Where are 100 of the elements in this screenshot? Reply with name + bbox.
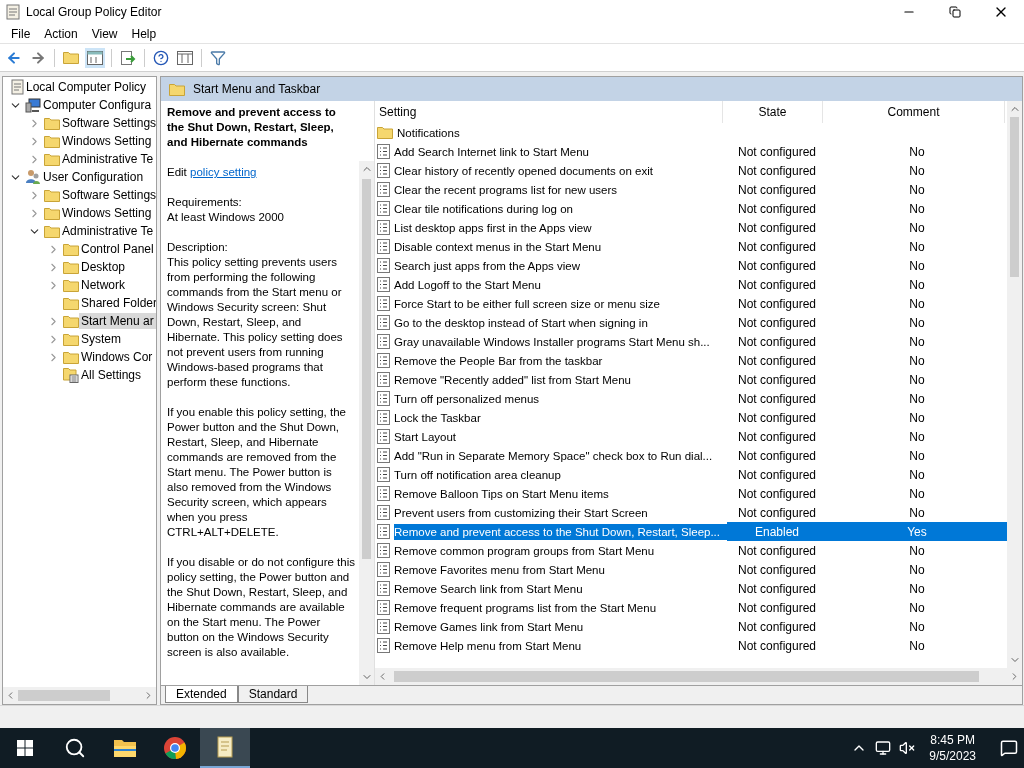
state-cell-text: Not configured [736, 409, 817, 427]
policy-icon [377, 505, 390, 520]
computer-icon [25, 97, 41, 113]
comment-cell-text: No [908, 238, 926, 256]
setting-name[interactable]: Add Search Internet link to Start Menu [394, 143, 727, 160]
tree-item[interactable]: Software Settings [60, 115, 156, 131]
requirements-label: Requirements: [167, 195, 243, 210]
menu-item[interactable]: Help [124, 26, 164, 41]
setting-name[interactable]: Remove the People Bar from the taskbar [394, 352, 727, 369]
setting-name[interactable]: Start Layout [394, 428, 727, 445]
view-tab[interactable]: Standard [237, 686, 309, 703]
setting-name[interactable]: Remove Games link from Start Menu [394, 618, 727, 635]
tree-item[interactable]: System [79, 331, 123, 347]
setting-name[interactable]: Turn off notification area cleanup [394, 466, 727, 483]
comment-cell-text: No [908, 390, 926, 408]
tree-item[interactable]: Administrative Te [60, 151, 156, 167]
state-cell-text: Not configured [736, 561, 817, 579]
tree-item[interactable]: Shared Folder [79, 295, 156, 311]
view-tab[interactable]: Extended [165, 686, 238, 703]
setting-name[interactable]: Prevent users from customizing their Start Screen [394, 504, 727, 521]
search-icon [64, 737, 86, 759]
setting-name[interactable]: Remove common program groups from Start Menu [394, 542, 727, 559]
vertical-scrollbar[interactable] [359, 161, 374, 685]
state-cell-text: Not configured [736, 485, 817, 503]
comment-cell-text: No [908, 428, 926, 446]
policy-setting-link[interactable]: policy setting [190, 166, 257, 178]
column-header[interactable]: State [723, 101, 823, 123]
scroll-thumb[interactable] [394, 671, 979, 682]
window-title: Local Group Policy Editor [26, 5, 163, 19]
clock-time[interactable]: 8:45 PM [930, 732, 975, 748]
column-header[interactable]: Setting [375, 101, 723, 123]
scroll-thumb[interactable] [17, 690, 110, 701]
setting-name[interactable]: Add "Run in Separate Memory Space" check box to Run dial... [394, 447, 727, 464]
menu-item[interactable]: Action [37, 26, 85, 41]
taskbar-button[interactable] [200, 728, 250, 768]
scroll-thumb[interactable] [362, 179, 371, 559]
vertical-scrollbar[interactable] [1007, 101, 1022, 668]
tree-item[interactable]: Windows Setting [60, 205, 154, 221]
policy-icon [377, 448, 390, 463]
setting-name[interactable]: Remove Search link from Start Menu [394, 580, 727, 597]
state-cell-text: Not configured [736, 542, 817, 560]
tree-item[interactable]: Start Menu ar [79, 313, 156, 329]
scroll-thumb[interactable] [1010, 117, 1019, 277]
clock-date[interactable]: 9/5/2023 [929, 748, 976, 764]
tree-item[interactable]: Network [79, 277, 127, 293]
toolbar-button[interactable] [85, 47, 105, 68]
volume-muted-icon[interactable] [899, 740, 916, 756]
setting-name[interactable]: Clear tile notifications during log on [394, 200, 727, 217]
folder-icon [169, 82, 185, 96]
horizontal-scrollbar[interactable] [3, 687, 156, 704]
state-cell: Enabled [727, 522, 827, 541]
folder-up-icon [63, 51, 79, 64]
horizontal-scrollbar[interactable] [375, 668, 1022, 685]
setting-name[interactable]: Force Start to be either full screen size or menu size [394, 295, 727, 312]
tree-item[interactable]: Desktop [79, 259, 128, 275]
comment-cell-text: No [908, 504, 926, 522]
setting-name[interactable]: Remove Balloon Tips on Start Menu items [394, 485, 727, 502]
network-icon[interactable] [875, 740, 892, 756]
policy-icon [377, 353, 390, 368]
folder-icon [44, 224, 60, 238]
tree-item[interactable]: Local Computer Policy [24, 79, 149, 95]
setting-name[interactable]: Clear the recent programs list for new users [394, 181, 727, 198]
setting-name[interactable]: Remove "Recently added" list from Start Menu [394, 371, 727, 388]
menu-item[interactable]: View [84, 26, 125, 41]
tree-item[interactable]: Software Settings [60, 187, 156, 203]
setting-name[interactable]: Remove Help menu from Start Menu [394, 637, 727, 654]
policy-icon [377, 220, 390, 235]
setting-name[interactable]: Go to the desktop instead of Start when signing in [394, 314, 727, 331]
menu-item[interactable]: File [4, 26, 38, 41]
setting-name[interactable]: Remove frequent programs list from the Start Menu [394, 599, 727, 616]
setting-name[interactable]: Gray unavailable Windows Installer programs Start Menu sh... [394, 333, 727, 350]
comment-cell-text: No [908, 599, 926, 617]
state-cell-text: Not configured [736, 504, 817, 522]
comment-cell-text: No [908, 371, 926, 389]
notifications-icon[interactable] [1000, 739, 1018, 757]
setting-name[interactable]: Disable context menus in the Start Menu [394, 238, 727, 255]
tree-item[interactable]: Computer Configura [41, 97, 154, 113]
setting-name[interactable]: Lock the Taskbar [394, 409, 727, 426]
state-cell-text: Not configured [736, 447, 817, 465]
tree-item[interactable]: User Configuration [41, 169, 146, 185]
setting-name[interactable]: Search just apps from the Apps view [394, 257, 727, 274]
setting-name[interactable]: Notifications [397, 124, 727, 141]
setting-name[interactable]: Clear history of recently opened documents on exit [394, 162, 727, 179]
description-text: If you disable or do not configure this policy setting, the Power button and the Shut Down, Restart, Sleep, and Hibernate commands are available on the Start menu. The Power button on the Windows Security screen is also available. [167, 555, 355, 660]
setting-name[interactable]: List desktop apps first in the Apps view [394, 219, 727, 236]
tree-item[interactable]: Windows Setting [60, 133, 154, 149]
tree-item[interactable]: Administrative Te [60, 223, 156, 239]
setting-name[interactable]: Remove Favorites menu from Start Menu [394, 561, 727, 578]
setting-name[interactable]: Add Logoff to the Start Menu [394, 276, 727, 293]
tree-item[interactable]: All Settings [79, 367, 144, 383]
comment-cell-text: No [908, 200, 926, 218]
folder-icon [44, 188, 60, 202]
setting-name[interactable]: Remove and prevent access to the Shut Down, Restart, Sleep... [394, 523, 727, 540]
tree-item[interactable]: Control Panel [79, 241, 156, 257]
column-header[interactable]: Comment [823, 101, 1005, 123]
policy-icon [377, 182, 390, 197]
tree-item[interactable]: Windows Cor [79, 349, 155, 365]
edit-label: Edit [167, 166, 187, 178]
folder-icon [44, 206, 60, 220]
setting-name[interactable]: Turn off personalized menus [394, 390, 727, 407]
